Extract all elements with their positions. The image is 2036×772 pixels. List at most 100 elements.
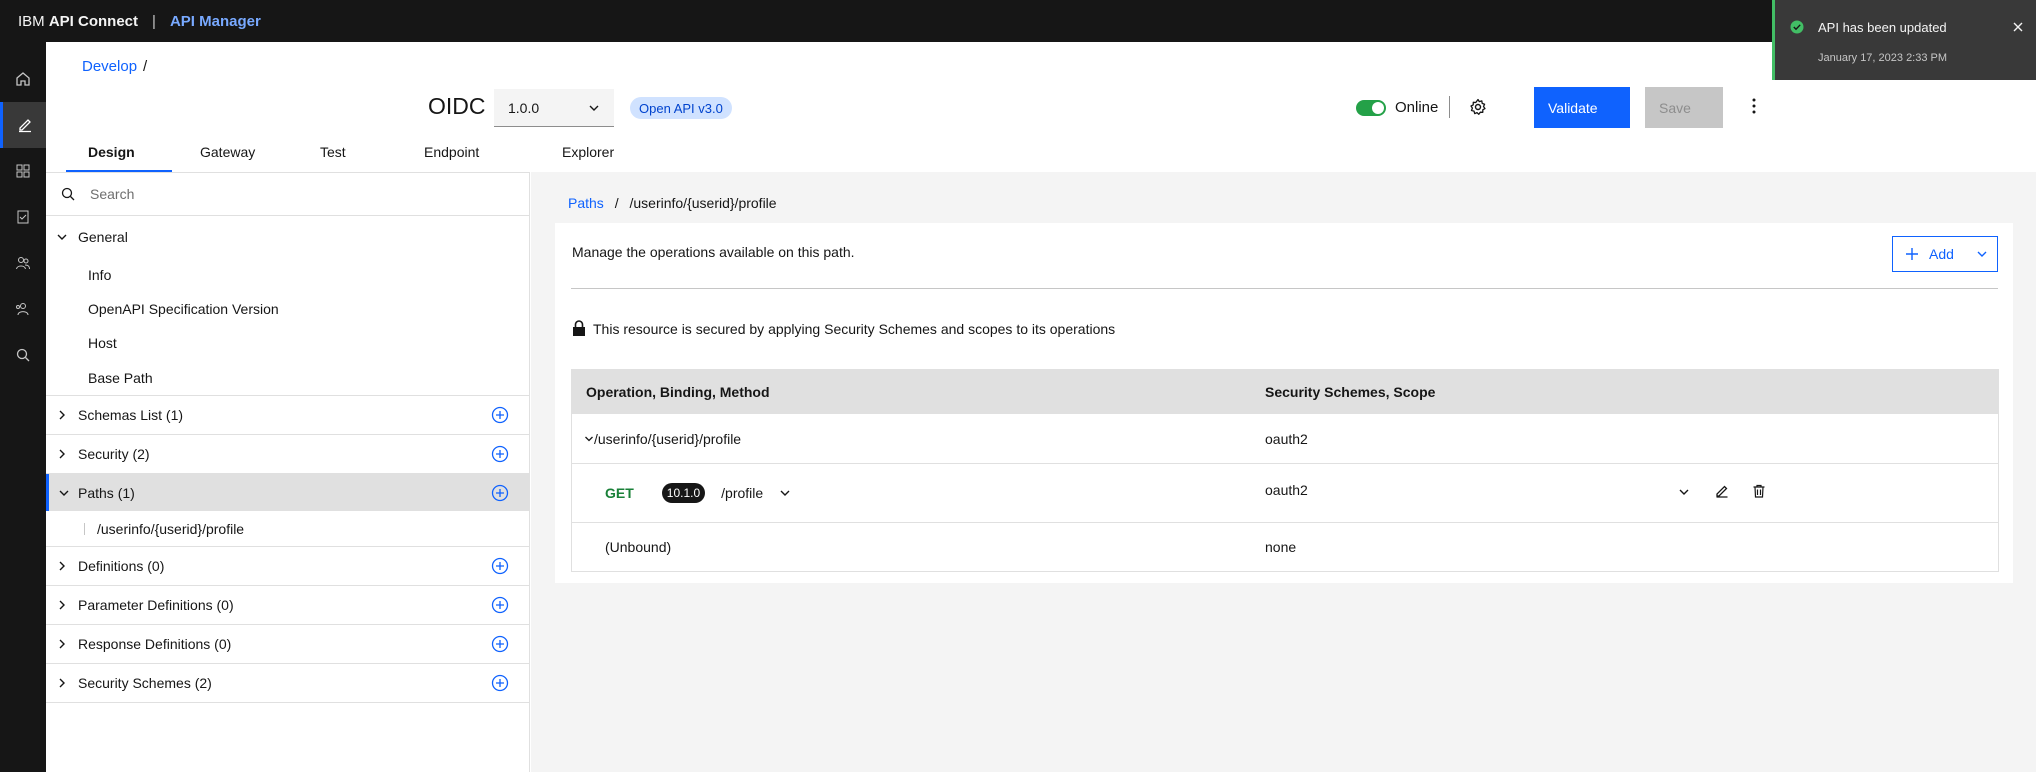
edit-icon[interactable]	[1715, 484, 1729, 498]
sidebar-search	[46, 173, 529, 216]
header-divider	[1449, 96, 1450, 118]
tree-item-host[interactable]: Host	[46, 326, 529, 360]
tree-node-label: Parameter Definitions (0)	[78, 597, 234, 613]
chevron-right-icon	[46, 599, 78, 611]
panel-description: Manage the operations available on this …	[572, 244, 855, 260]
tree-node-general[interactable]: General	[46, 216, 529, 258]
tree-node-definitions[interactable]: Definitions (0)	[46, 547, 529, 586]
chevron-right-icon	[46, 448, 78, 460]
tree-node-parameter-definitions[interactable]: Parameter Definitions (0)	[46, 586, 529, 625]
breadcrumb-slash: /	[143, 58, 148, 75]
tree-node-security[interactable]: Security (2)	[46, 435, 529, 474]
tab-test[interactable]: Test	[298, 136, 406, 172]
operation-scope: oauth2	[1265, 482, 1308, 498]
toast-timestamp: January 17, 2023 2:33 PM	[1818, 52, 1948, 64]
add-circle-icon[interactable]	[491, 445, 509, 463]
checkmark-circle-icon	[1790, 20, 1804, 34]
panel-divider	[571, 288, 1998, 289]
version-value: 1.0.0	[508, 99, 540, 116]
online-toggle[interactable]	[1356, 100, 1386, 116]
brand-name[interactable]: IBM API Connect	[18, 13, 138, 30]
tab-list: Design Gateway Test Endpoint Explorer	[66, 136, 652, 172]
path-scope: oauth2	[1265, 430, 1308, 447]
version-select[interactable]: 1.0.0	[494, 89, 614, 127]
users-icon[interactable]	[0, 240, 46, 286]
chevron-down-icon	[46, 231, 78, 243]
add-circle-icon[interactable]	[491, 596, 509, 614]
tree-node-label: Definitions (0)	[78, 558, 165, 574]
version-pill: 10.1.0	[661, 483, 706, 503]
add-button-label: Add	[1929, 246, 1954, 262]
tree-node-paths[interactable]: Paths (1)	[46, 474, 529, 511]
table-header: Operation, Binding, Method Security Sche…	[572, 370, 1998, 414]
search-input[interactable]	[90, 186, 490, 202]
table-row-path[interactable]: /userinfo/{userid}/profile oauth2	[572, 414, 1998, 463]
breadcrumb-slash: /	[614, 195, 619, 211]
tree-item-label: /userinfo/{userid}/profile	[97, 520, 245, 537]
plus-icon	[1905, 247, 1919, 261]
tab-gateway[interactable]: Gateway	[172, 136, 298, 172]
lock-icon	[572, 320, 586, 337]
online-label: Online	[1395, 99, 1439, 116]
unbound-label: (Unbound)	[605, 539, 672, 555]
tree-item-openapi-version[interactable]: OpenAPI Specification Version	[46, 292, 529, 326]
chevron-right-icon	[46, 560, 78, 572]
chevron-right-icon	[46, 677, 78, 689]
search-icon[interactable]	[0, 332, 46, 378]
validate-button[interactable]: Validate	[1534, 87, 1630, 128]
apps-icon[interactable]	[0, 148, 46, 194]
design-sidebar: General Info OpenAPI Specification Versi…	[46, 172, 530, 772]
tree-guide-line	[84, 522, 85, 535]
chevron-down-icon	[49, 487, 78, 499]
top-bar: IBM API Connect | API Manager	[0, 0, 2036, 42]
breadcrumb-paths-link[interactable]: Paths	[568, 195, 604, 211]
document-icon[interactable]	[0, 194, 46, 240]
tab-explorer[interactable]: Explorer	[542, 136, 652, 172]
tree-node-label: Schemas List (1)	[78, 407, 184, 423]
tab-design[interactable]: Design	[66, 136, 172, 172]
tree-node-response-definitions[interactable]: Response Definitions (0)	[46, 625, 529, 664]
add-button[interactable]: Add	[1892, 236, 1998, 272]
trash-icon[interactable]	[1752, 484, 1766, 498]
spec-badge: Open API v3.0	[630, 97, 732, 119]
add-circle-icon[interactable]	[491, 674, 509, 692]
add-circle-icon[interactable]	[491, 557, 509, 575]
tree-node-schemas[interactable]: Schemas List (1)	[46, 396, 529, 435]
chevron-down-icon[interactable]	[779, 487, 791, 499]
breadcrumb-develop[interactable]: Develop	[82, 58, 137, 75]
chevron-down-icon[interactable]	[1678, 486, 1690, 498]
save-button[interactable]: Save	[1645, 87, 1723, 128]
path-breadcrumb: Paths / /userinfo/{userid}/profile	[568, 195, 777, 211]
table-row-unbound[interactable]: (Unbound) none	[572, 522, 1998, 571]
toast-notification: API has been updated January 17, 2023 2:…	[1772, 0, 2036, 80]
tree-item-path[interactable]: /userinfo/{userid}/profile	[46, 511, 529, 547]
table-row-operation[interactable]: GET 10.1.0 /profile oauth2	[572, 463, 1998, 522]
gear-icon[interactable]	[1469, 98, 1487, 116]
tree-item-base-path[interactable]: Base Path	[46, 360, 529, 396]
path-cell: /userinfo/{userid}/profile	[584, 431, 741, 447]
left-nav-rail	[0, 42, 46, 772]
tab-endpoint[interactable]: Endpoint	[406, 136, 542, 172]
breadcrumb-current: /userinfo/{userid}/profile	[629, 195, 777, 211]
edit-icon[interactable]	[0, 102, 46, 148]
tree-item-info[interactable]: Info	[46, 258, 529, 292]
tree-node-security-schemes[interactable]: Security Schemes (2)	[46, 664, 529, 703]
column-header-operation: Operation, Binding, Method	[586, 384, 770, 400]
product-name[interactable]: API Manager	[170, 13, 261, 30]
tree-node-label: Security (2)	[78, 446, 150, 462]
add-circle-icon[interactable]	[491, 484, 509, 502]
chevron-down-icon[interactable]	[584, 434, 594, 444]
operation-cell: GET 10.1.0 /profile	[605, 483, 791, 503]
home-icon[interactable]	[0, 56, 46, 102]
security-message: This resource is secured by applying Sec…	[593, 321, 1116, 337]
overflow-menu-icon[interactable]	[1746, 97, 1762, 115]
chevron-down-icon	[588, 102, 600, 114]
chevron-right-icon	[46, 409, 78, 421]
method-label: GET	[605, 485, 634, 501]
tree-node-label: Security Schemes (2)	[78, 675, 212, 691]
close-icon[interactable]	[2012, 21, 2024, 33]
operations-table: Operation, Binding, Method Security Sche…	[571, 369, 1999, 572]
community-icon[interactable]	[0, 286, 46, 332]
add-circle-icon[interactable]	[491, 406, 509, 424]
add-circle-icon[interactable]	[491, 635, 509, 653]
